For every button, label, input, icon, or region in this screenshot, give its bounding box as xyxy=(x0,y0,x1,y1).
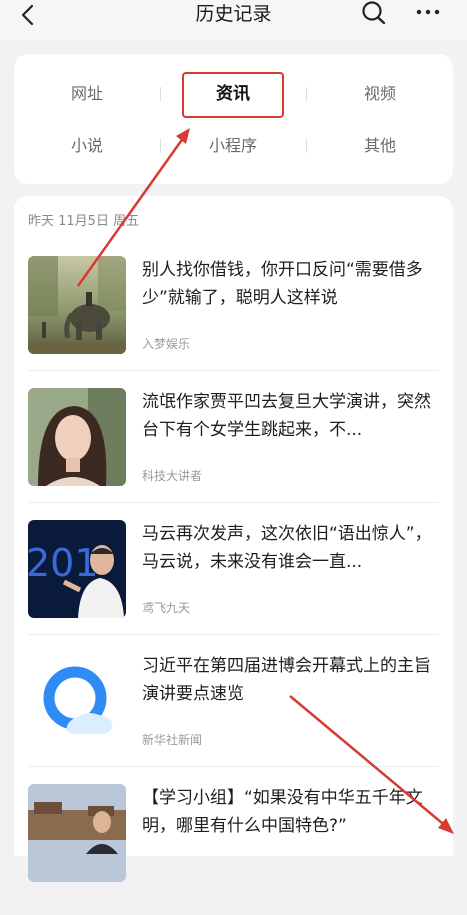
news-thumbnail xyxy=(28,784,126,882)
history-item[interactable]: 别人找你借钱，你开口反问“需要借多少”就输了，聪明人这样说 入梦娱乐 xyxy=(14,256,453,387)
news-title: 【学习小组】“如果没有中华五千年文明，哪里有什么中国特色?” xyxy=(142,788,423,836)
more-button[interactable] xyxy=(414,0,442,28)
news-thumbnail xyxy=(28,388,126,486)
history-item[interactable]: 习近平在第四届进博会开幕式上的主旨演讲要点速览 新华社新闻 xyxy=(14,652,453,783)
history-item[interactable]: 【学习小组】“如果没有中华五千年文明，哪里有什么中国特色?” xyxy=(14,784,453,915)
date-group-label: 昨天 11月5日 周五 xyxy=(28,214,140,229)
news-source: 入梦娱乐 xyxy=(142,337,191,351)
filter-tab-mini-program[interactable]: 小程序 xyxy=(173,126,293,166)
annotation-highlight-box xyxy=(182,72,284,118)
item-divider xyxy=(28,766,439,767)
history-item[interactable]: 流氓作家贾平凹去复旦大学演讲，突然台下有个女学生跳起来，不... 科技大讲者 xyxy=(14,388,453,519)
svg-text:201: 201 xyxy=(28,541,99,585)
item-divider xyxy=(28,634,439,635)
news-title: 别人找你借钱，你开口反问“需要借多少”就输了，聪明人这样说 xyxy=(142,260,423,308)
news-source: 新华社新闻 xyxy=(142,733,203,747)
filter-divider xyxy=(306,139,307,153)
page-title: 历史记录 xyxy=(195,3,272,25)
filter-tab-novel[interactable]: 小说 xyxy=(27,126,147,166)
category-filter-panel: 网址 资讯 视频 小说 小程序 其他 xyxy=(14,54,453,184)
news-thumbnail xyxy=(28,256,126,354)
filter-tab-url[interactable]: 网址 xyxy=(27,74,147,114)
qq-browser-logo xyxy=(28,652,126,750)
news-title: 流氓作家贾平凹去复旦大学演讲，突然台下有个女学生跳起来，不... xyxy=(142,392,431,440)
news-source: 鸢飞九天 xyxy=(142,601,191,615)
news-thumbnail xyxy=(28,652,126,750)
item-divider xyxy=(28,502,439,503)
news-thumbnail: 201 xyxy=(28,520,126,618)
filter-divider xyxy=(306,87,307,101)
filter-divider xyxy=(160,87,161,101)
history-item[interactable]: 201 马云再次发声，这次依旧“语出惊人”，马云说，未来没有谁会一直... 鸢飞… xyxy=(14,520,453,651)
news-title: 马云再次发声，这次依旧“语出惊人”，马云说，未来没有谁会一直... xyxy=(142,524,432,572)
news-source: 科技大讲者 xyxy=(142,469,203,483)
filter-tab-other[interactable]: 其他 xyxy=(320,126,440,166)
history-list: 昨天 11月5日 周五 别人找你借钱，你开口反问“需要借多少”就输了，聪明人这样… xyxy=(14,196,453,882)
search-icon xyxy=(362,1,386,25)
more-dots-icon xyxy=(416,9,440,15)
item-divider xyxy=(28,370,439,371)
top-bar: 历史记录 xyxy=(0,0,467,40)
news-title: 习近平在第四届进博会开幕式上的主旨演讲要点速览 xyxy=(142,656,431,704)
filter-tab-video[interactable]: 视频 xyxy=(320,74,440,114)
search-button[interactable] xyxy=(360,0,388,28)
filter-divider xyxy=(160,139,161,153)
